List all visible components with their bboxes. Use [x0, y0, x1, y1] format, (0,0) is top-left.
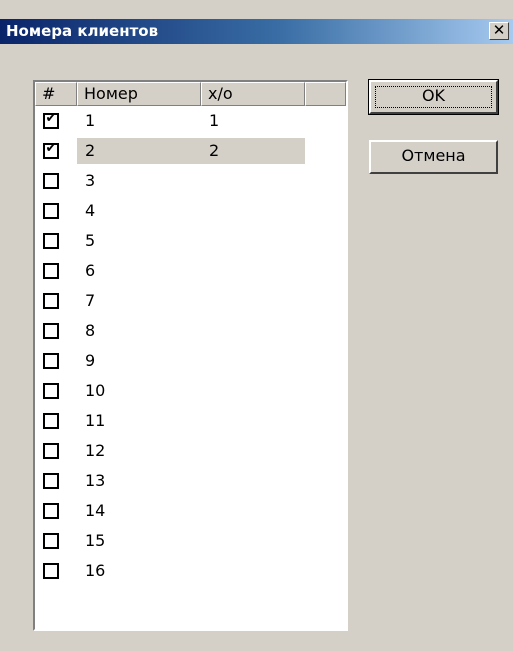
- cell-number: 11: [85, 411, 106, 430]
- window-title: Номера клиентов: [6, 22, 159, 40]
- row-checkbox[interactable]: [43, 443, 59, 459]
- table-row[interactable]: 7: [35, 288, 346, 314]
- clients-list[interactable]: # Номер х/о ✔ 1 1 ✔ 2 2 3 4 5 6 7 8 9 10 11 12 13 14 15 16: [33, 80, 348, 631]
- row-checkbox[interactable]: [43, 293, 59, 309]
- cancel-button[interactable]: Отмена: [369, 140, 498, 174]
- cell-number: 7: [85, 291, 96, 310]
- table-row[interactable]: 11: [35, 408, 346, 434]
- column-header-filler: [305, 82, 346, 106]
- cell-number: 9: [85, 351, 96, 370]
- table-row[interactable]: ✔ 2 2: [35, 138, 346, 164]
- checkmark-icon: ✔: [45, 111, 57, 126]
- ok-button-label: OK: [421, 86, 446, 105]
- cell-xo: 1: [209, 111, 220, 130]
- cell-number: 8: [85, 321, 96, 340]
- row-checkbox[interactable]: [43, 413, 59, 429]
- cell-number: 4: [85, 201, 96, 220]
- row-checkbox[interactable]: [43, 383, 59, 399]
- list-header: # Номер х/о: [35, 82, 346, 106]
- row-checkbox[interactable]: [43, 353, 59, 369]
- table-row[interactable]: 10: [35, 378, 346, 404]
- dialog-window: Номера клиентов ✕ # Номер х/о ✔ 1 1 ✔ 2 2 3 4 5 6…: [0, 0, 513, 651]
- table-row[interactable]: ✔ 1 1: [35, 108, 346, 134]
- row-checkbox[interactable]: ✔: [43, 111, 59, 129]
- row-checkbox[interactable]: [43, 233, 59, 249]
- close-icon: ✕: [492, 21, 506, 39]
- cell-number: 14: [85, 501, 106, 520]
- row-checkbox[interactable]: [43, 203, 59, 219]
- cell-number: 1: [85, 111, 96, 130]
- cell-number: 2: [85, 141, 96, 160]
- title-bar[interactable]: Номера клиентов ✕: [0, 19, 513, 44]
- cell-number: 16: [85, 561, 106, 580]
- table-row[interactable]: 12: [35, 438, 346, 464]
- ok-button[interactable]: OK: [368, 79, 499, 115]
- row-checkbox[interactable]: [43, 263, 59, 279]
- cell-number: 3: [85, 171, 96, 190]
- checkmark-icon: ✔: [45, 141, 57, 156]
- column-header-check[interactable]: #: [35, 82, 77, 106]
- row-checkbox[interactable]: [43, 503, 59, 519]
- row-checkbox[interactable]: [43, 323, 59, 339]
- table-row[interactable]: 9: [35, 348, 346, 374]
- cancel-button-label: Отмена: [401, 146, 466, 165]
- column-header-number[interactable]: Номер: [77, 82, 201, 106]
- table-row[interactable]: 5: [35, 228, 346, 254]
- cell-number: 13: [85, 471, 106, 490]
- column-header-xo[interactable]: х/о: [201, 82, 305, 106]
- cell-number: 6: [85, 261, 96, 280]
- table-row[interactable]: 6: [35, 258, 346, 284]
- close-button[interactable]: ✕: [489, 22, 509, 40]
- cell-number: 10: [85, 381, 106, 400]
- row-selection-highlight: [77, 138, 305, 164]
- row-checkbox[interactable]: ✔: [43, 141, 59, 159]
- cell-number: 15: [85, 531, 106, 550]
- row-checkbox[interactable]: [43, 563, 59, 579]
- table-row[interactable]: 13: [35, 468, 346, 494]
- table-row[interactable]: 14: [35, 498, 346, 524]
- table-row[interactable]: 16: [35, 558, 346, 584]
- table-row[interactable]: 8: [35, 318, 346, 344]
- cell-number: 5: [85, 231, 96, 250]
- row-checkbox[interactable]: [43, 473, 59, 489]
- table-row[interactable]: 3: [35, 168, 346, 194]
- cell-xo: 2: [209, 141, 220, 160]
- table-row[interactable]: 15: [35, 528, 346, 554]
- row-checkbox[interactable]: [43, 533, 59, 549]
- cell-number: 12: [85, 441, 106, 460]
- row-checkbox[interactable]: [43, 173, 59, 189]
- table-row[interactable]: 4: [35, 198, 346, 224]
